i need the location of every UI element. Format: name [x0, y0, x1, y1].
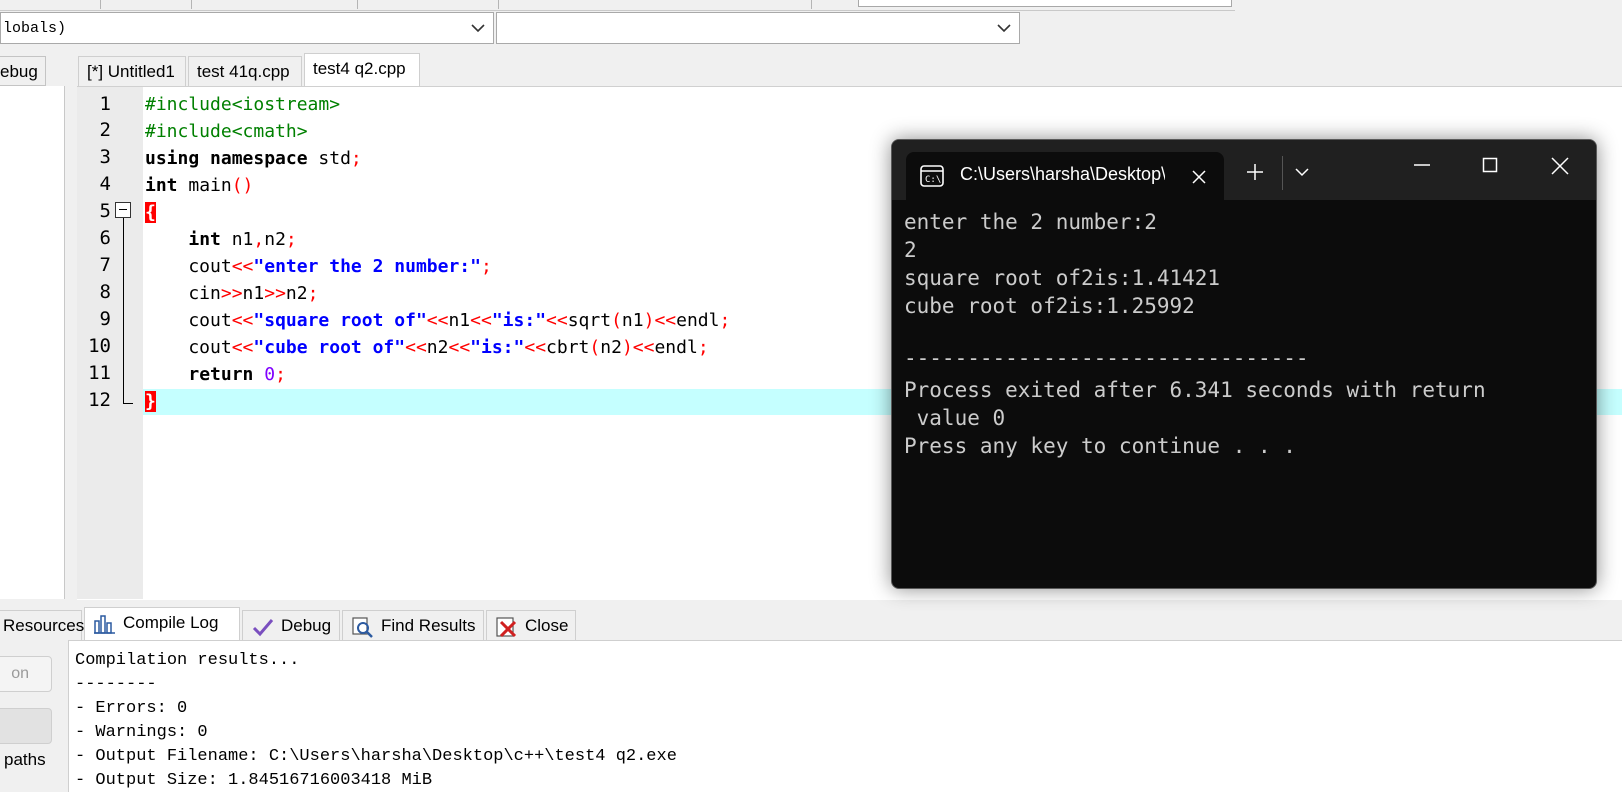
line-number: 6 — [99, 227, 111, 249]
console-line: square root of2is:1.41421 — [904, 266, 1221, 290]
log-line: - Output Filename: C:\Users\harsha\Deskt… — [75, 747, 677, 766]
code-line: #include<iostream> — [145, 94, 341, 115]
console-line: Press any key to continue . . . — [904, 434, 1296, 458]
console-line: enter the 2 number:2 — [904, 210, 1157, 234]
console-line: Process exited after 6.341 seconds with … — [904, 378, 1486, 402]
line-number: 3 — [99, 146, 111, 168]
close-icon — [496, 616, 517, 637]
line-number: 7 — [99, 254, 111, 276]
console-tab-title: C:\Users\harsha\Desktop\c++\test4 q2.exe — [960, 164, 1165, 184]
scope-combo-value: lobals) — [3, 20, 67, 37]
console-window[interactable]: C:\ C:\Users\harsha\Desktop\c++\test4 q2… — [891, 139, 1597, 589]
line-number: 11 — [88, 362, 111, 384]
compile-log-panel[interactable] — [68, 640, 1622, 792]
terminal-icon: C:\ — [920, 165, 944, 187]
line-number: 12 — [88, 389, 111, 411]
toolbar-segment — [0, 0, 101, 9]
tab-find-results[interactable]: Find Results — [342, 610, 484, 640]
line-number: 10 — [88, 335, 111, 357]
bottom-left-panel: on paths — [0, 640, 66, 791]
tab-untitled1[interactable]: [*] Untitled1 — [78, 56, 186, 86]
paths-label: paths — [4, 750, 46, 769]
top-toolbar-strip — [0, 0, 1235, 11]
code-line: cout<<"enter the 2 number:"; — [145, 256, 492, 277]
fold-line-end — [123, 403, 133, 404]
toolbar-segment — [192, 0, 358, 9]
log-line: -------- — [75, 675, 157, 694]
scope-combo[interactable]: lobals) — [0, 12, 494, 44]
left-panel-button-2[interactable] — [0, 708, 52, 744]
fold-toggle-icon[interactable] — [115, 202, 131, 218]
member-combo[interactable] — [496, 12, 1020, 44]
code-line: return 0; — [188, 364, 286, 385]
code-line: } — [145, 391, 156, 412]
maximize-icon[interactable] — [1482, 157, 1498, 173]
code-line: cin>>n1>>n2; — [145, 283, 319, 304]
code-line: int n1,n2; — [188, 229, 297, 250]
code-line: { — [145, 202, 156, 223]
console-line: -------------------------------- — [904, 346, 1309, 370]
code-line: using namespace std; — [145, 148, 362, 169]
tab-test4-q2[interactable]: test4 q2.cpp — [304, 53, 420, 87]
console-line: value 0 — [904, 406, 1006, 430]
close-window-icon[interactable] — [1551, 157, 1569, 175]
tab-find-results-label: Find Results — [381, 616, 476, 635]
log-line: - Output Size: 1.84516716003418 MiB — [75, 771, 433, 790]
bar-chart-icon — [94, 614, 115, 634]
toolbar-input[interactable] — [858, 0, 1232, 7]
chevron-down-icon[interactable] — [995, 19, 1013, 37]
chevron-down-icon[interactable] — [469, 19, 487, 37]
line-number: 2 — [99, 119, 111, 141]
check-icon — [252, 618, 274, 636]
tab-close[interactable]: Close — [486, 610, 576, 640]
line-number: 9 — [99, 308, 111, 330]
tab-debug-label: Debug — [281, 616, 332, 635]
console-line: cube root of2is:1.25992 — [904, 294, 1195, 318]
chevron-down-icon[interactable] — [1294, 166, 1310, 178]
toolbar-segment — [101, 0, 192, 9]
left-panel-button[interactable]: on — [0, 656, 52, 692]
close-tab-icon[interactable] — [1191, 169, 1207, 185]
fold-line — [123, 218, 124, 404]
tab-debug[interactable]: ebug — [0, 56, 46, 86]
tab-compile-log[interactable]: Compile Log — [84, 607, 240, 641]
toolbar-segment — [358, 0, 499, 9]
line-number: 1 — [99, 93, 111, 115]
log-line: - Warnings: 0 — [75, 723, 208, 742]
code-line: int main() — [145, 175, 254, 196]
new-tab-icon[interactable] — [1246, 163, 1264, 181]
tab-close-label: Close — [525, 616, 569, 635]
console-titlebar: C:\ C:\Users\harsha\Desktop\c++\test4 q2… — [892, 140, 1596, 200]
titlebar-divider — [1282, 156, 1283, 190]
tab-resources[interactable]: Resources — [0, 610, 85, 640]
line-number: 8 — [99, 281, 111, 303]
side-panel-body — [0, 86, 65, 599]
log-line: - Errors: 0 — [75, 699, 188, 718]
find-icon — [352, 616, 373, 638]
console-line: 2 — [904, 238, 917, 262]
svg-text:C:\: C:\ — [925, 175, 941, 185]
code-line: cout<<"cube root of"<<n2<<"is:"<<cbrt(n2… — [145, 337, 709, 358]
tab-debug-bottom[interactable]: Debug — [242, 610, 340, 640]
minimize-icon[interactable] — [1413, 160, 1431, 170]
line-number: 5 — [99, 200, 111, 222]
code-line: cout<<"square root of"<<n1<<"is:"<<sqrt(… — [145, 310, 731, 331]
tab-test-41q[interactable]: test 41q.cpp — [188, 56, 302, 86]
console-tab[interactable]: C:\ C:\Users\harsha\Desktop\c++\test4 q2… — [906, 152, 1224, 200]
line-number: 4 — [99, 173, 111, 195]
toolbar-segment — [499, 0, 812, 9]
tab-resources-label: Resources — [3, 616, 85, 635]
log-line: Compilation results... — [75, 651, 300, 670]
tab-compile-log-label: Compile Log — [123, 613, 219, 632]
code-line: #include<cmath> — [145, 121, 308, 142]
